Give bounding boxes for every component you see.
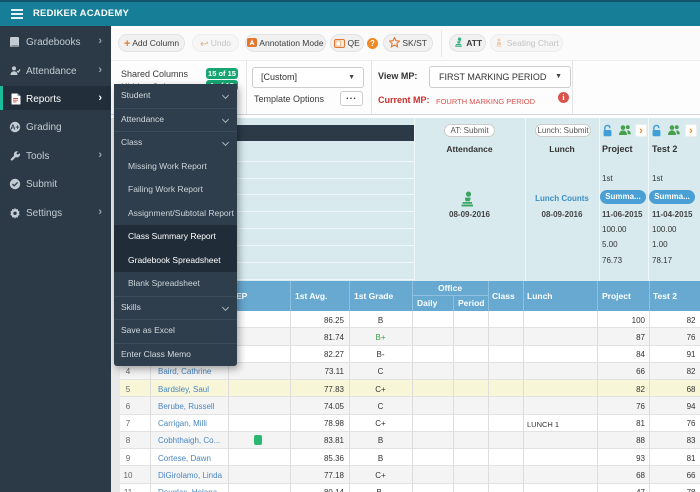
svg-text:A+: A+ [10, 124, 19, 131]
